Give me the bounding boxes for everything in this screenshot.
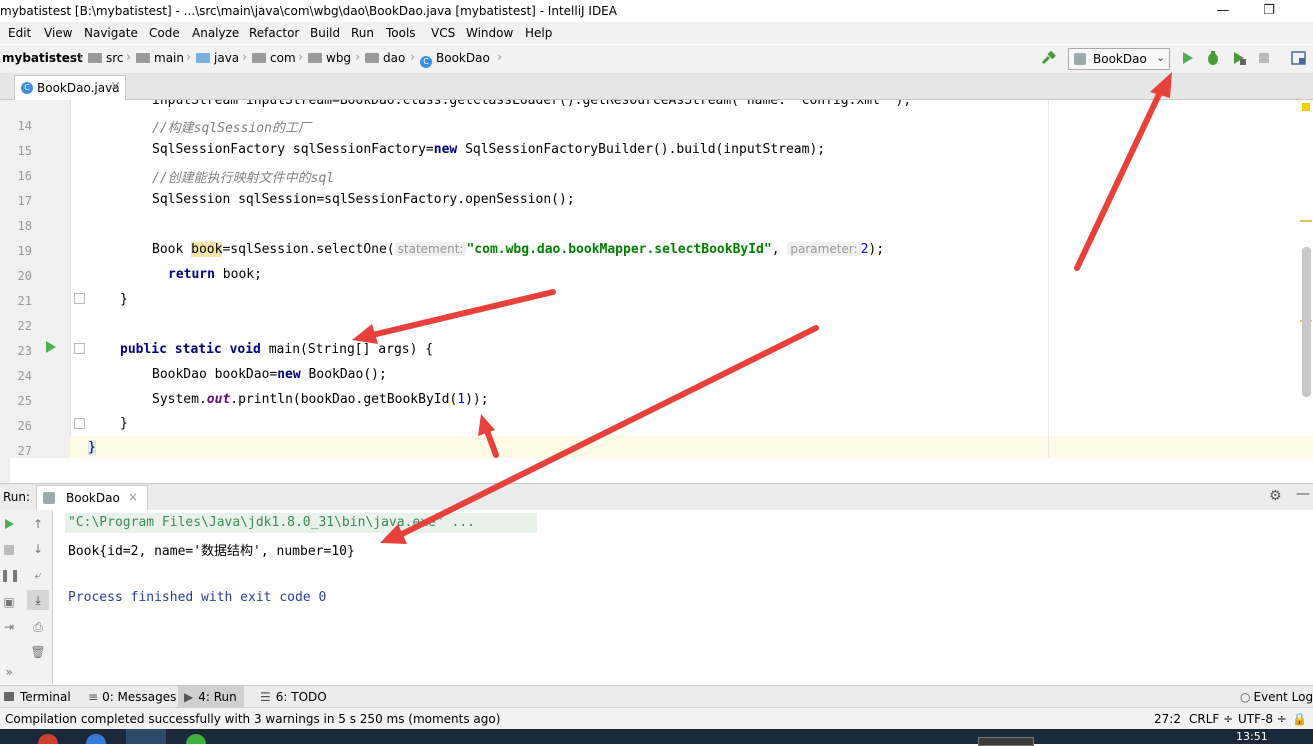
annotation-arrowhead [352,324,378,344]
annotation-arrow-toolbar [1074,83,1166,271]
annotation-arrow-output [395,325,819,539]
annotation-arrow-main [365,289,556,339]
annotation-arrowhead [478,414,495,436]
annotation-arrows [352,72,1172,544]
annotation-arrowhead [1150,72,1172,98]
